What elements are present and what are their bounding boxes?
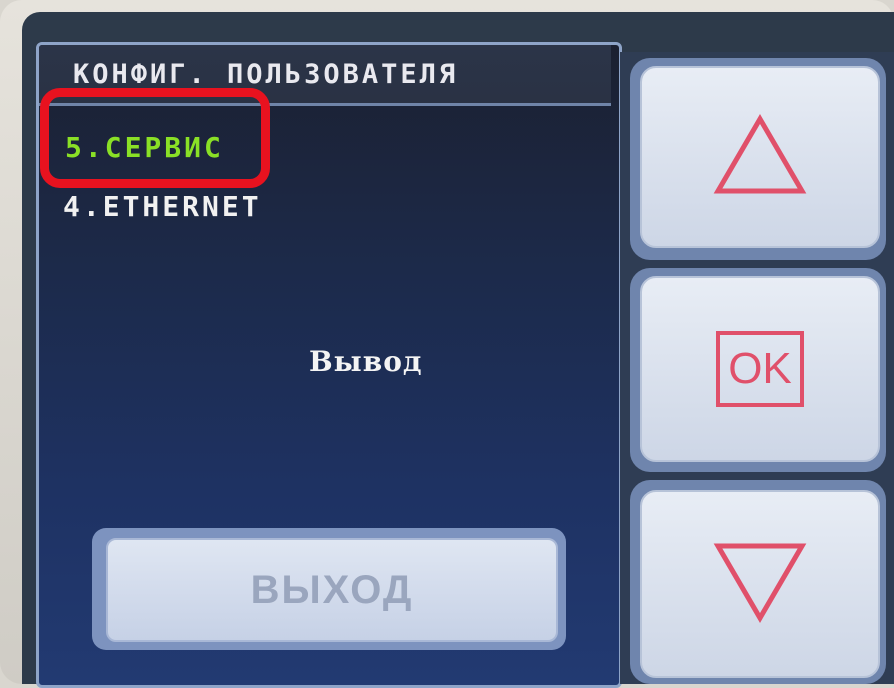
- selection-highlight: [40, 88, 270, 188]
- down-button[interactable]: [640, 490, 880, 678]
- ok-button[interactable]: OK: [640, 276, 880, 462]
- triangle-up-icon: [712, 113, 808, 201]
- up-button[interactable]: [640, 66, 880, 248]
- page-title: КОНФИГ. ПОЛЬЗОВАТЕЛЯ: [73, 59, 459, 90]
- output-label: Вывод: [309, 345, 423, 378]
- device-frame: КОНФИГ. ПОЛЬЗОВАТЕЛЯ 5.СЕРВИС 4.ETHERNET…: [0, 0, 894, 688]
- triangle-down-icon: [712, 540, 808, 628]
- exit-button[interactable]: ВЫХОД: [106, 538, 558, 642]
- ok-label: OK: [716, 331, 804, 407]
- menu-item-ethernet[interactable]: 4.ETHERNET: [63, 190, 262, 223]
